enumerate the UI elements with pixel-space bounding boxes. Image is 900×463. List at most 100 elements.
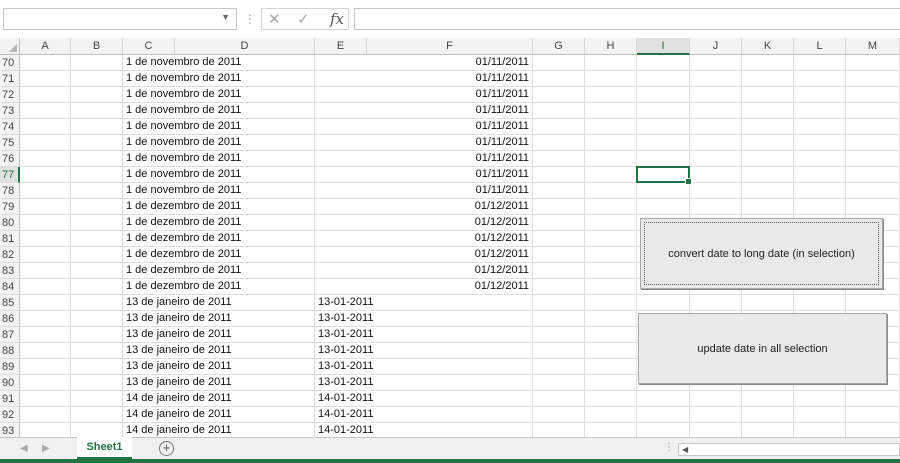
cell-i[interactable] bbox=[637, 199, 690, 215]
cell-l[interactable] bbox=[794, 151, 846, 167]
cell-c[interactable]: 13 de janeiro de 2011 bbox=[123, 343, 315, 359]
cell-j[interactable] bbox=[690, 135, 742, 151]
cell-j[interactable] bbox=[690, 71, 742, 87]
cell-m[interactable] bbox=[846, 103, 900, 119]
cell-b[interactable] bbox=[71, 183, 123, 199]
cell-h[interactable] bbox=[585, 263, 637, 279]
cell-h[interactable] bbox=[585, 151, 637, 167]
cell-j[interactable] bbox=[690, 119, 742, 135]
cell-m[interactable] bbox=[846, 407, 900, 423]
cell-f[interactable] bbox=[367, 391, 533, 407]
cell-b[interactable] bbox=[71, 167, 123, 183]
cell-i[interactable] bbox=[637, 295, 690, 311]
cell-l[interactable] bbox=[794, 183, 846, 199]
cell-h[interactable] bbox=[585, 247, 637, 263]
row-header[interactable]: 78 bbox=[0, 183, 20, 199]
cell-c[interactable]: 1 de novembro de 2011 bbox=[123, 135, 315, 151]
cell-k[interactable] bbox=[742, 135, 794, 151]
cell-b[interactable] bbox=[71, 263, 123, 279]
row-header[interactable]: 77 bbox=[0, 167, 20, 183]
cell-g[interactable] bbox=[533, 359, 585, 375]
cell-l[interactable] bbox=[794, 391, 846, 407]
cell-l[interactable] bbox=[794, 119, 846, 135]
cell-g[interactable] bbox=[533, 247, 585, 263]
cell-b[interactable] bbox=[71, 375, 123, 391]
cell-g[interactable] bbox=[533, 119, 585, 135]
cell-l[interactable] bbox=[794, 55, 846, 71]
cell-m[interactable] bbox=[846, 119, 900, 135]
row-header[interactable]: 72 bbox=[0, 87, 20, 103]
cell-c[interactable]: 1 de novembro de 2011 bbox=[123, 119, 315, 135]
cell-f[interactable]: 01/12/2011 bbox=[367, 263, 533, 279]
cell-b[interactable] bbox=[71, 55, 123, 71]
cell-a[interactable] bbox=[20, 343, 71, 359]
column-header-g[interactable]: G bbox=[533, 38, 585, 55]
cell-h[interactable] bbox=[585, 71, 637, 87]
cell-k[interactable] bbox=[742, 151, 794, 167]
column-header-d[interactable]: D bbox=[175, 38, 315, 55]
scroll-left-icon[interactable]: ◀ bbox=[682, 444, 688, 455]
cell-b[interactable] bbox=[71, 311, 123, 327]
check-icon[interactable]: ✓ bbox=[297, 10, 310, 28]
cell-h[interactable] bbox=[585, 215, 637, 231]
cell-a[interactable] bbox=[20, 295, 71, 311]
cell-c[interactable]: 13 de janeiro de 2011 bbox=[123, 359, 315, 375]
row-header[interactable]: 92 bbox=[0, 407, 20, 423]
row-header[interactable]: 81 bbox=[0, 231, 20, 247]
cell-h[interactable] bbox=[585, 359, 637, 375]
cell-l[interactable] bbox=[794, 103, 846, 119]
cell-b[interactable] bbox=[71, 215, 123, 231]
cell-f[interactable]: 01/11/2011 bbox=[367, 119, 533, 135]
cell-h[interactable] bbox=[585, 391, 637, 407]
row-header[interactable]: 88 bbox=[0, 343, 20, 359]
cell-k[interactable] bbox=[742, 391, 794, 407]
cell-m[interactable] bbox=[846, 295, 900, 311]
cell-f[interactable]: 01/12/2011 bbox=[367, 279, 533, 295]
cell-m[interactable] bbox=[846, 55, 900, 71]
cell-k[interactable] bbox=[742, 183, 794, 199]
cell-l[interactable] bbox=[794, 295, 846, 311]
cell-h[interactable] bbox=[585, 279, 637, 295]
cell-m[interactable] bbox=[846, 199, 900, 215]
name-box[interactable]: ▼ bbox=[3, 8, 237, 30]
cell-m[interactable] bbox=[846, 135, 900, 151]
cell-a[interactable] bbox=[20, 263, 71, 279]
cell-i[interactable] bbox=[637, 103, 690, 119]
cell-j[interactable] bbox=[690, 151, 742, 167]
cell-a[interactable] bbox=[20, 279, 71, 295]
cell-c[interactable]: 1 de novembro de 2011 bbox=[123, 103, 315, 119]
cell-b[interactable] bbox=[71, 231, 123, 247]
cell-b[interactable] bbox=[71, 199, 123, 215]
row-header[interactable]: 83 bbox=[0, 263, 20, 279]
chevron-down-icon[interactable]: ▼ bbox=[221, 12, 230, 22]
cell-f[interactable]: 01/11/2011 bbox=[367, 135, 533, 151]
cell-j[interactable] bbox=[690, 87, 742, 103]
cell-h[interactable] bbox=[585, 231, 637, 247]
cell-h[interactable] bbox=[585, 135, 637, 151]
cell-f[interactable] bbox=[367, 311, 533, 327]
cell-a[interactable] bbox=[20, 199, 71, 215]
cell-c[interactable]: 1 de novembro de 2011 bbox=[123, 167, 315, 183]
cell-l[interactable] bbox=[794, 199, 846, 215]
cell-g[interactable] bbox=[533, 375, 585, 391]
cell-f[interactable] bbox=[367, 375, 533, 391]
row-header[interactable]: 76 bbox=[0, 151, 20, 167]
cell-h[interactable] bbox=[585, 407, 637, 423]
cell-i[interactable] bbox=[637, 119, 690, 135]
cell-b[interactable] bbox=[71, 119, 123, 135]
add-sheet-icon[interactable]: + bbox=[159, 441, 174, 456]
cell-f[interactable] bbox=[367, 343, 533, 359]
cell-j[interactable] bbox=[690, 183, 742, 199]
formula-input[interactable] bbox=[354, 8, 900, 30]
cell-a[interactable] bbox=[20, 103, 71, 119]
column-header-e[interactable]: E bbox=[315, 38, 367, 55]
cell-f[interactable] bbox=[367, 407, 533, 423]
cell-g[interactable] bbox=[533, 167, 585, 183]
row-header[interactable]: 80 bbox=[0, 215, 20, 231]
cell-b[interactable] bbox=[71, 279, 123, 295]
cell-f[interactable]: 01/11/2011 bbox=[367, 55, 533, 71]
row-header[interactable]: 73 bbox=[0, 103, 20, 119]
cell-h[interactable] bbox=[585, 295, 637, 311]
cell-c[interactable]: 1 de dezembro de 2011 bbox=[123, 263, 315, 279]
cell-k[interactable] bbox=[742, 407, 794, 423]
